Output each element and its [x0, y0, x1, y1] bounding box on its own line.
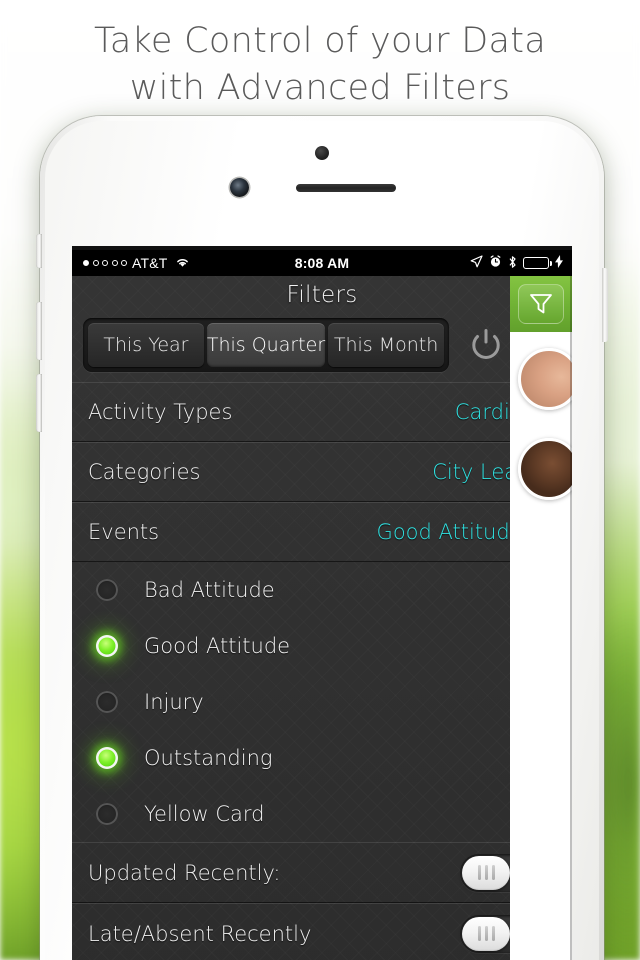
row-label: Events	[88, 520, 160, 544]
event-option-good-attitude[interactable]: Good Attitude	[72, 618, 572, 674]
battery-icon	[523, 257, 553, 269]
toggle-label: Late/Absent Recently	[88, 921, 312, 946]
toggle-row-updated-recently[interactable]: Updated Recently: off	[72, 842, 572, 903]
funnel-icon	[518, 284, 564, 324]
page-title: Take Control of your Data with Advanced …	[0, 18, 640, 113]
radio-indicator-icon[interactable]	[96, 747, 118, 769]
avatar[interactable]	[518, 438, 572, 500]
status-bar: AT&T 8:08 AM	[72, 250, 572, 276]
event-option-injury[interactable]: Injury	[72, 674, 572, 730]
filter-row-activity-types[interactable]: Activity Types Cardio, ...	[72, 382, 572, 442]
toggle-row-late-absent-recently[interactable]: Late/Absent Recently off	[72, 903, 572, 960]
event-option-label: Injury	[144, 690, 204, 714]
power-icon	[472, 329, 500, 359]
event-option-label: Bad Attitude	[144, 578, 275, 602]
toggle-label: Updated Recently:	[88, 860, 281, 885]
row-label: Categories	[88, 460, 201, 484]
silent-switch[interactable]	[36, 234, 42, 268]
phone-device-frame: AT&T 8:08 AM Filters This Year This Quar…	[36, 116, 608, 960]
switch-knob	[462, 916, 510, 951]
filter-row-events[interactable]: Events Good Attitude, ...	[72, 502, 572, 562]
volume-down-button[interactable]	[36, 374, 42, 432]
event-option-label: Good Attitude	[144, 634, 291, 658]
headline-line-1: Take Control of your Data	[93, 21, 547, 61]
row-label: Activity Types	[88, 400, 233, 424]
reset-filters-power-button[interactable]	[464, 324, 508, 368]
avatar[interactable]	[518, 348, 572, 410]
earpiece-speaker	[296, 184, 396, 192]
proximity-sensor	[315, 146, 329, 160]
event-option-label: Outstanding	[144, 746, 273, 770]
event-options-list: Bad Attitude Good Attitude Injury Outsta…	[72, 562, 572, 842]
front-camera	[230, 178, 249, 197]
clock-label: 8:08 AM	[294, 255, 350, 271]
apply-filter-button[interactable]	[510, 276, 572, 332]
event-option-yellow-card[interactable]: Yellow Card	[72, 786, 572, 842]
device-power-button[interactable]	[602, 268, 608, 342]
toggle-row-list: Updated Recently: off Late/Absent Recent…	[72, 842, 572, 960]
radio-indicator-icon[interactable]	[96, 803, 118, 825]
time-range-segmented-control[interactable]: This Year This Quarter This Month	[83, 318, 449, 372]
drawer-edge	[570, 276, 572, 960]
radio-indicator-icon[interactable]	[96, 691, 118, 713]
event-option-outstanding[interactable]: Outstanding	[72, 730, 572, 786]
filter-row-list: Activity Types Cardio, ... Categories Ci…	[72, 382, 572, 562]
volume-up-button[interactable]	[36, 302, 42, 360]
event-option-label: Yellow Card	[144, 802, 265, 826]
phone-screen: AT&T 8:08 AM Filters This Year This Quar…	[72, 250, 572, 960]
segment-this-quarter[interactable]: This Quarter	[206, 323, 326, 367]
filter-row-categories[interactable]: Categories City League	[72, 442, 572, 502]
radio-indicator-icon[interactable]	[96, 579, 118, 601]
nav-title: Filters	[286, 282, 358, 308]
segment-this-year[interactable]: This Year	[88, 323, 204, 367]
switch-knob	[462, 855, 510, 890]
radio-indicator-icon[interactable]	[96, 635, 118, 657]
headline-line-2: with Advanced Filters	[129, 68, 511, 109]
segment-this-month[interactable]: This Month	[328, 323, 444, 367]
side-drawer[interactable]	[510, 276, 572, 960]
filters-screen: Filters This Year This Quarter This Mont…	[72, 276, 572, 960]
event-option-bad-attitude[interactable]: Bad Attitude	[72, 562, 572, 618]
